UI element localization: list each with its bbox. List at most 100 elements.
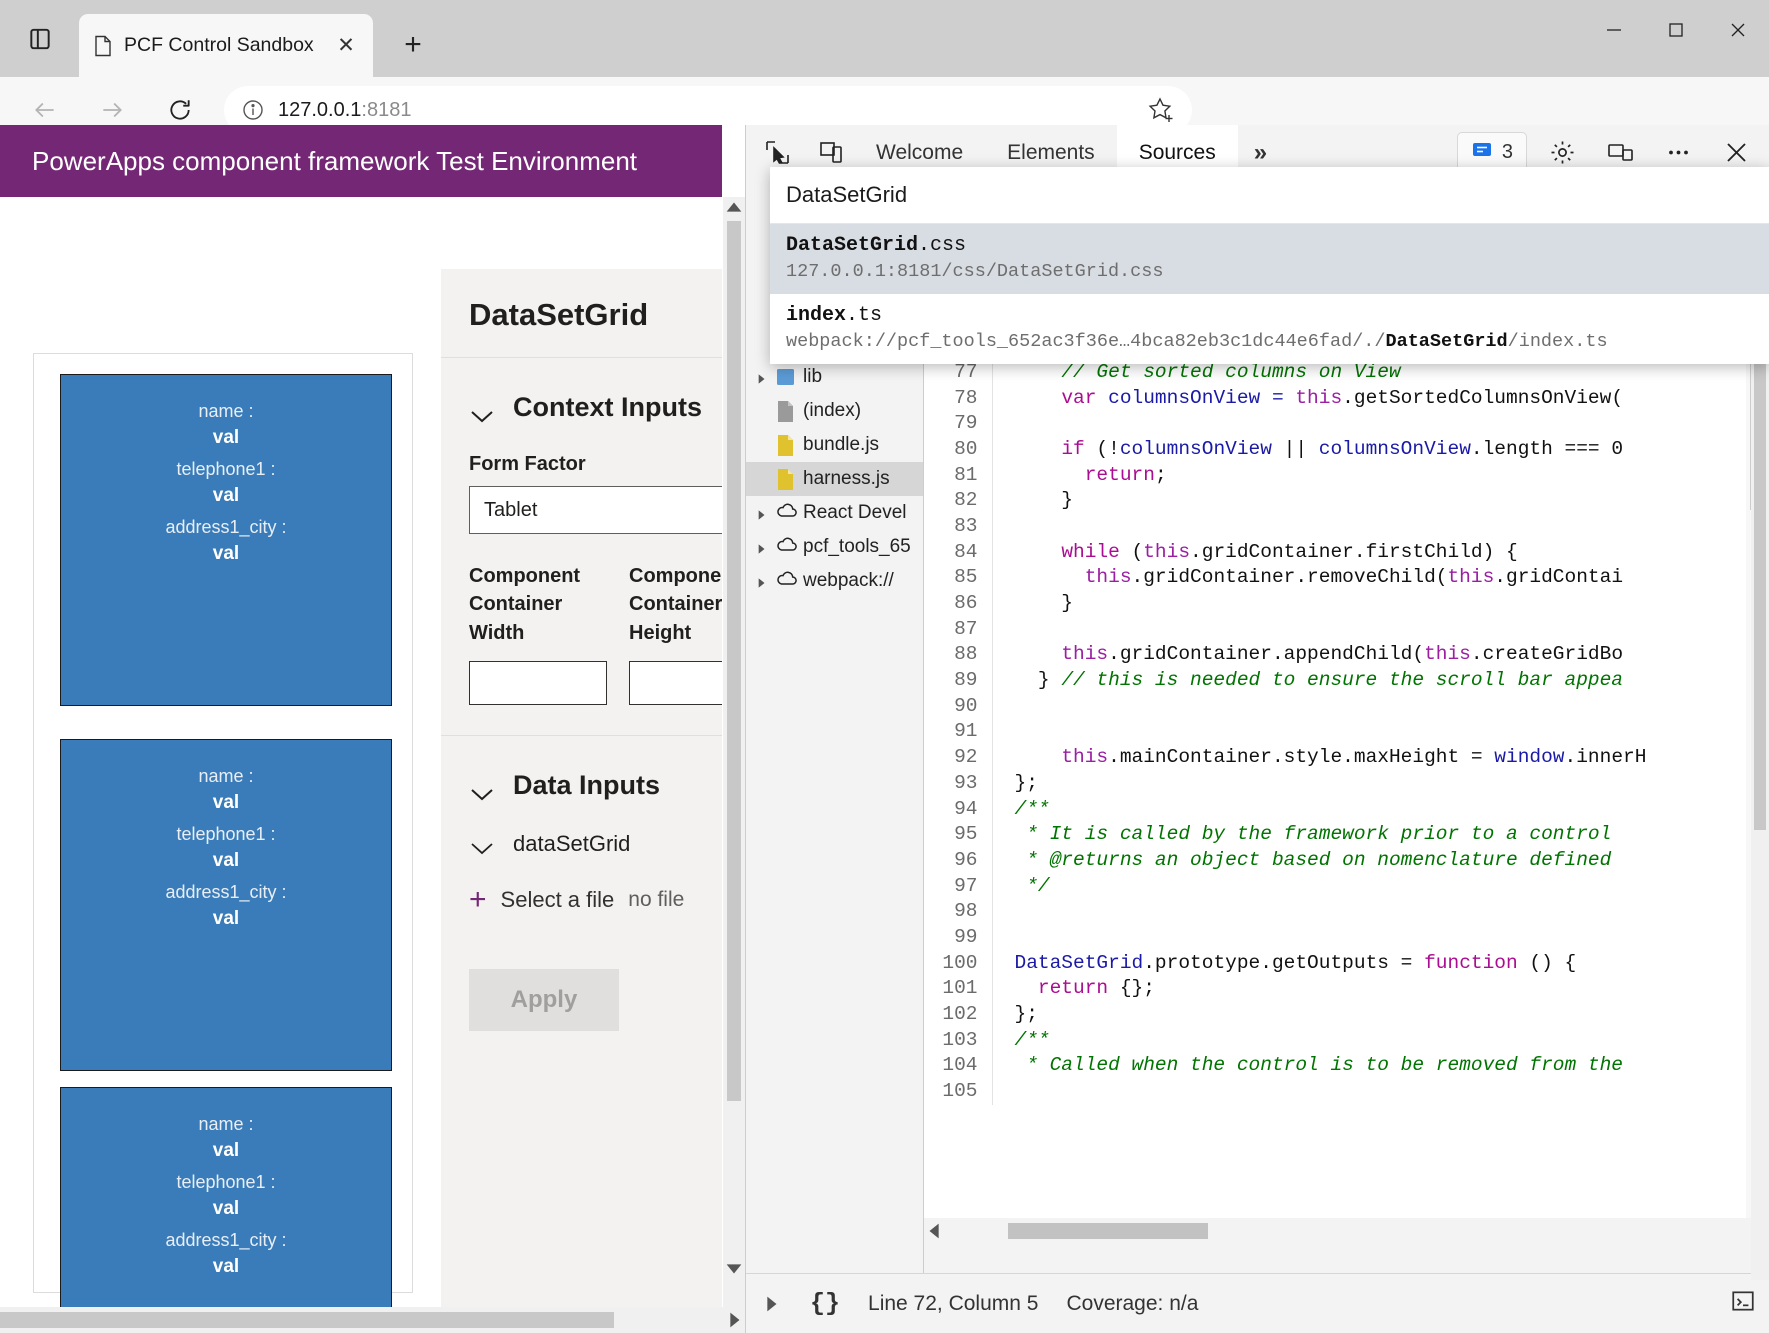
code-line[interactable]: 88 this.gridContainer.appendChild(this.c… [924,642,1647,668]
line-number[interactable]: 104 [924,1053,992,1079]
line-content[interactable]: this.gridContainer.appendChild(this.crea… [992,642,1647,668]
maximize-icon[interactable] [1645,0,1707,60]
navigator-tree-item[interactable]: lib [746,360,923,394]
code-line[interactable]: 91 [924,719,1647,745]
line-number[interactable]: 105 [924,1079,992,1105]
line-content[interactable]: this.gridContainer.removeChild(this.grid… [992,565,1647,591]
grid-record-card[interactable]: name :valtelephone1 :valaddress1_city :v… [60,739,392,1071]
console-drawer-icon[interactable] [1730,1288,1769,1319]
scroll-down-icon[interactable] [723,1257,745,1279]
line-content[interactable]: /** [992,1028,1647,1054]
line-number[interactable]: 80 [924,437,992,463]
line-content[interactable]: */ [992,874,1647,900]
code-line[interactable]: 96 * @returns an object based on nomencl… [924,848,1647,874]
code-line[interactable]: 105 [924,1079,1647,1105]
code-line[interactable]: 78 var columnsOnView = this.getSortedCol… [924,386,1647,412]
container-height-input[interactable] [629,661,722,705]
scrollbar-thumb[interactable] [1754,310,1766,830]
scroll-left-icon[interactable] [924,1218,946,1244]
tab-list-icon[interactable] [12,14,68,64]
command-palette-input[interactable]: DataSetGrid [770,167,1769,224]
line-number[interactable]: 93 [924,771,992,797]
line-content[interactable] [992,719,1647,745]
code-line[interactable]: 87 [924,617,1647,643]
line-number[interactable]: 90 [924,694,992,720]
grid-record-card[interactable]: name :valtelephone1 :valaddress1_city :v… [60,1087,392,1333]
add-favorite-icon[interactable] [1146,95,1176,125]
chevron-right-icon[interactable] [754,506,768,520]
line-number[interactable]: 97 [924,874,992,900]
editor-horizontal-scrollbar[interactable] [924,1218,1769,1244]
code-line[interactable]: 85 this.gridContainer.removeChild(this.g… [924,565,1647,591]
line-number[interactable]: 101 [924,976,992,1002]
minimize-icon[interactable] [1583,0,1645,60]
line-number[interactable]: 81 [924,463,992,489]
close-icon[interactable] [1707,0,1769,60]
code-line[interactable]: 80 if (!columnsOnView || columnsOnView.l… [924,437,1647,463]
grid-record-card[interactable]: name :valtelephone1 :valaddress1_city :v… [60,374,392,706]
code-line[interactable]: 94/** [924,797,1647,823]
scrollbar-thumb[interactable] [0,1312,614,1328]
line-number[interactable]: 86 [924,591,992,617]
line-number[interactable]: 100 [924,951,992,977]
line-number[interactable]: 79 [924,411,992,437]
line-content[interactable]: }; [992,771,1647,797]
line-number[interactable]: 89 [924,668,992,694]
code-line[interactable]: 98 [924,899,1647,925]
navigator-tree-item[interactable]: harness.js [746,462,923,496]
line-number[interactable]: 96 [924,848,992,874]
page-vertical-scrollbar[interactable] [723,197,745,1305]
scrollbar-thumb[interactable] [727,221,741,1101]
line-content[interactable]: * Called when the control is to be remov… [992,1053,1647,1079]
select-file-row[interactable]: + Select a file no file [441,857,722,915]
line-content[interactable]: } [992,488,1647,514]
scroll-up-icon[interactable] [723,197,745,219]
command-palette-result[interactable]: index.tswebpack://pcf_tools_652ac3f36e…4… [770,294,1769,364]
line-content[interactable]: }; [992,1002,1647,1028]
page-horizontal-scrollbar[interactable] [0,1307,745,1333]
scroll-right-icon[interactable] [723,1307,745,1333]
code-line[interactable]: 86 } [924,591,1647,617]
line-content[interactable]: var columnsOnView = this.getSortedColumn… [992,386,1647,412]
code-line[interactable]: 97 */ [924,874,1647,900]
form-factor-select[interactable]: Tablet [469,486,722,534]
code-line[interactable]: 100DataSetGrid.prototype.getOutputs = fu… [924,951,1647,977]
line-content[interactable]: this.mainContainer.style.maxHeight = win… [992,745,1647,771]
line-number[interactable]: 94 [924,797,992,823]
code-line[interactable]: 84 while (this.gridContainer.firstChild)… [924,540,1647,566]
line-content[interactable]: DataSetGrid.prototype.getOutputs = funct… [992,951,1647,977]
navigator-tree-item[interactable]: pcf_tools_65 [746,530,923,564]
line-content[interactable]: while (this.gridContainer.firstChild) { [992,540,1647,566]
line-content[interactable]: * @returns an object based on nomenclatu… [992,848,1647,874]
line-content[interactable]: /** [992,797,1647,823]
code-line[interactable]: 104 * Called when the control is to be r… [924,1053,1647,1079]
line-number[interactable]: 92 [924,745,992,771]
code-line[interactable]: 82 } [924,488,1647,514]
line-number[interactable]: 91 [924,719,992,745]
chevron-right-icon[interactable] [754,574,768,588]
context-inputs-header[interactable]: Context Inputs [441,358,722,423]
line-content[interactable] [992,411,1647,437]
code-line[interactable]: 89 } // this is needed to ensure the scr… [924,668,1647,694]
line-number[interactable]: 83 [924,514,992,540]
navigator-tree-item[interactable]: React Devel [746,496,923,530]
line-number[interactable]: 82 [924,488,992,514]
code-line[interactable]: 103/** [924,1028,1647,1054]
info-circle-icon[interactable] [240,97,266,123]
data-inputs-header[interactable]: Data Inputs [441,736,722,801]
line-number[interactable]: 78 [924,386,992,412]
line-number[interactable]: 84 [924,540,992,566]
line-content[interactable] [992,899,1647,925]
line-content[interactable]: return; [992,463,1647,489]
line-content[interactable]: if (!columnsOnView || columnsOnView.leng… [992,437,1647,463]
code-line[interactable]: 90 [924,694,1647,720]
code-line[interactable]: 81 return; [924,463,1647,489]
line-number[interactable]: 95 [924,822,992,848]
navigator-tree-item[interactable]: bundle.js [746,428,923,462]
code-line[interactable]: 93}; [924,771,1647,797]
line-number[interactable]: 103 [924,1028,992,1054]
plus-icon[interactable]: + [390,22,436,68]
dataset-group-header[interactable]: dataSetGrid [441,801,722,857]
line-content[interactable] [992,925,1647,951]
navigator-tree-item[interactable]: (index) [746,394,923,428]
